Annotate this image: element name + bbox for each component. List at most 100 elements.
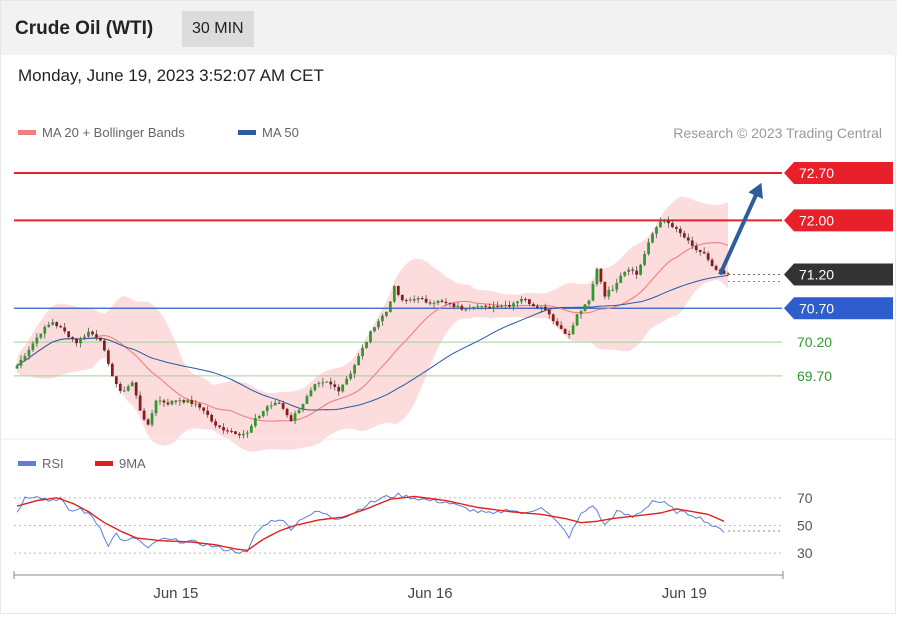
candle bbox=[508, 304, 511, 307]
candle bbox=[245, 432, 249, 434]
candle bbox=[587, 300, 591, 305]
candle bbox=[452, 303, 456, 308]
candle bbox=[698, 250, 702, 252]
rsi-tick-label: 30 bbox=[797, 545, 813, 561]
candle bbox=[595, 268, 599, 285]
candle bbox=[690, 240, 694, 246]
candle bbox=[301, 403, 305, 411]
candle bbox=[150, 413, 154, 425]
candle bbox=[444, 301, 448, 304]
bollinger-band bbox=[17, 196, 728, 452]
candle bbox=[106, 350, 110, 364]
candle bbox=[448, 303, 452, 305]
candle bbox=[702, 251, 706, 254]
candle bbox=[210, 414, 214, 422]
candle bbox=[476, 305, 480, 307]
candle bbox=[424, 298, 428, 303]
candle bbox=[194, 403, 198, 405]
candle bbox=[686, 237, 690, 241]
candle bbox=[512, 303, 515, 307]
candle bbox=[253, 418, 257, 427]
candle bbox=[563, 328, 567, 334]
candle bbox=[297, 410, 301, 414]
candle bbox=[222, 427, 225, 431]
candle bbox=[583, 304, 587, 312]
candle bbox=[547, 309, 551, 315]
candle bbox=[682, 233, 686, 238]
candle bbox=[242, 433, 245, 436]
candle bbox=[31, 343, 35, 350]
candle bbox=[400, 294, 404, 301]
candle bbox=[142, 410, 146, 420]
candle bbox=[277, 402, 281, 404]
level-label-71.20: 71.20 bbox=[799, 266, 834, 282]
candle bbox=[531, 304, 535, 307]
candle bbox=[635, 270, 639, 275]
candle bbox=[615, 282, 619, 290]
candle bbox=[416, 298, 420, 300]
candle bbox=[667, 220, 670, 224]
candle bbox=[567, 333, 571, 335]
price-chart: 72.70 72.00 71.20 70.70 70.20 69.70 70 50 30 Jun … bbox=[0, 162, 896, 602]
candle bbox=[671, 223, 674, 228]
candle bbox=[162, 400, 166, 403]
candle bbox=[440, 300, 444, 302]
candle bbox=[611, 289, 615, 291]
candle bbox=[23, 356, 27, 360]
candle bbox=[694, 245, 698, 251]
candle bbox=[146, 419, 150, 425]
candle bbox=[63, 327, 67, 332]
candle bbox=[706, 253, 710, 260]
candle bbox=[55, 322, 59, 327]
rsi-tick-label: 50 bbox=[797, 517, 813, 533]
candle bbox=[321, 382, 325, 384]
candle bbox=[190, 400, 194, 405]
candle bbox=[265, 406, 269, 412]
candle bbox=[126, 386, 130, 391]
candle bbox=[43, 327, 47, 334]
candle bbox=[504, 304, 507, 306]
candle bbox=[285, 408, 289, 416]
candle bbox=[456, 305, 460, 308]
candle bbox=[91, 331, 94, 335]
candle bbox=[674, 227, 678, 229]
candle bbox=[325, 381, 329, 383]
candle bbox=[313, 384, 317, 391]
candle bbox=[293, 413, 297, 421]
candle bbox=[230, 431, 233, 433]
candle bbox=[571, 325, 575, 335]
candle bbox=[714, 266, 718, 270]
candle bbox=[138, 395, 142, 411]
candle bbox=[182, 400, 186, 403]
candle bbox=[234, 431, 237, 434]
candle bbox=[281, 403, 285, 409]
candle bbox=[59, 326, 63, 328]
candle bbox=[524, 298, 527, 300]
candle bbox=[726, 273, 730, 275]
candle bbox=[289, 415, 293, 421]
candle bbox=[134, 382, 138, 396]
candle bbox=[337, 386, 341, 392]
candle bbox=[460, 305, 464, 310]
candle bbox=[396, 286, 400, 295]
candle bbox=[345, 378, 349, 385]
candle bbox=[75, 338, 78, 344]
candle bbox=[643, 254, 646, 265]
candle bbox=[206, 410, 210, 415]
candle bbox=[333, 384, 337, 387]
candle bbox=[87, 331, 90, 337]
candle bbox=[464, 309, 468, 311]
level-label-72.70: 72.70 bbox=[799, 165, 834, 181]
candle bbox=[555, 321, 559, 326]
candle bbox=[130, 382, 134, 387]
candle bbox=[551, 314, 555, 322]
candle bbox=[631, 269, 635, 271]
rsi-series-9ma bbox=[16, 495, 725, 552]
level-label-70.70: 70.70 bbox=[799, 300, 834, 316]
candle bbox=[361, 347, 364, 356]
candle bbox=[261, 411, 265, 417]
candle bbox=[51, 322, 55, 325]
candle bbox=[480, 305, 484, 307]
candle bbox=[83, 336, 86, 339]
candle bbox=[317, 383, 321, 385]
